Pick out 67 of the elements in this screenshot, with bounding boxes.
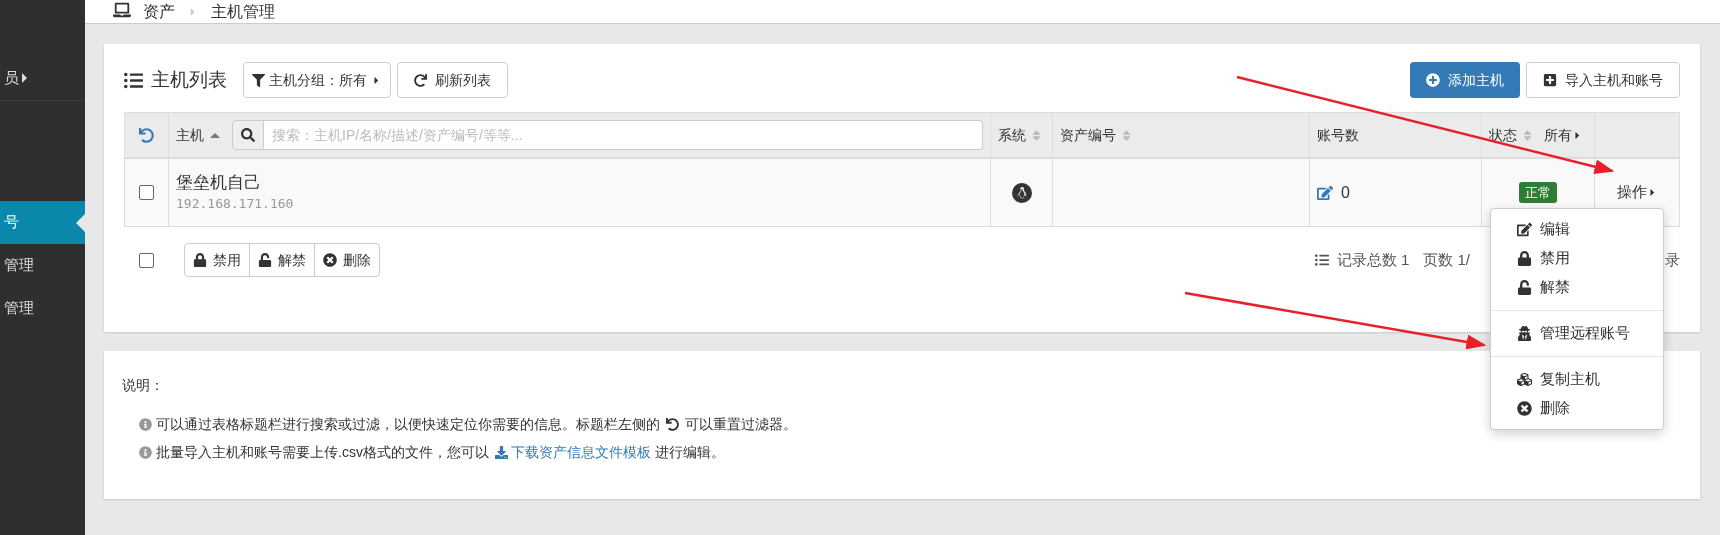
- reset-filter-icon[interactable]: [139, 127, 154, 143]
- sort-icon: [1030, 128, 1043, 142]
- download-icon: [494, 445, 508, 459]
- column-header[interactable]: 系统: [998, 124, 1026, 146]
- menu-item[interactable]: 禁用: [1491, 244, 1663, 273]
- info-icon: [139, 417, 152, 431]
- column-header[interactable]: 资产编号: [1060, 124, 1116, 146]
- user-secret-icon: [1517, 326, 1532, 341]
- pagination-text: 录: [1665, 249, 1680, 270]
- panel-title: 主机列表: [151, 67, 227, 92]
- refresh-icon: [414, 73, 427, 87]
- host-name: 堡垒机自己: [176, 171, 262, 194]
- refresh-button[interactable]: 刷新列表: [397, 62, 508, 98]
- note-text: 批量导入主机和账号需要上传.csv格式的文件，您可以: [156, 442, 489, 462]
- download-template-link[interactable]: 下载资产信息文件模板: [494, 441, 651, 463]
- column-header[interactable]: 主机: [176, 124, 204, 146]
- remove-icon: [1517, 401, 1532, 416]
- menu-item[interactable]: 编辑: [1491, 215, 1663, 244]
- status-badge: 正常: [1519, 181, 1557, 204]
- select-all-checkbox[interactable]: [138, 252, 154, 268]
- actions-dropdown[interactable]: 操作: [1616, 181, 1658, 204]
- remove-icon: [323, 253, 337, 267]
- sidebar-item[interactable]: 管理: [0, 244, 85, 287]
- unlock-icon: [258, 253, 272, 267]
- bulk-action-button[interactable]: 解禁: [249, 244, 314, 276]
- edit-icon[interactable]: [1317, 184, 1333, 201]
- sort-ascending-icon: [210, 132, 220, 138]
- notes-title: 说明：: [122, 376, 164, 395]
- menu-item[interactable]: 解禁: [1491, 273, 1663, 302]
- host-ip: 192.168.171.160: [176, 194, 295, 213]
- filter-icon: [252, 73, 265, 87]
- note-text: 可以通过表格标题栏进行搜索或过滤，以便快速定位你需要的信息。标题栏左侧的: [156, 414, 660, 434]
- bulk-action-button[interactable]: 删除: [314, 244, 379, 276]
- account-count: 0: [1341, 182, 1350, 203]
- sort-icon: [1521, 128, 1534, 142]
- linux-icon: [1011, 182, 1032, 203]
- menu-item[interactable]: 复制主机: [1491, 365, 1663, 394]
- row-checkbox[interactable]: [139, 185, 154, 200]
- record-count: 记录总数 1: [1336, 249, 1410, 270]
- unlock-icon: [1517, 280, 1532, 295]
- lock-icon: [1517, 251, 1532, 266]
- breadcrumb-current: 主机管理: [211, 2, 275, 22]
- sidebar-item[interactable]: 号: [0, 201, 85, 244]
- menu-item[interactable]: 删除: [1491, 394, 1663, 423]
- import-button[interactable]: 导入主机和账号: [1526, 62, 1680, 98]
- sidebar-item[interactable]: 管理: [0, 287, 85, 330]
- page-count: 页数 1/: [1423, 249, 1470, 270]
- sort-icon: [1120, 128, 1133, 142]
- search-field[interactable]: 搜索：主机IP/名称/描述/资产编号/等等...: [264, 120, 983, 150]
- info-icon: [139, 445, 152, 459]
- cubes-icon: [1517, 372, 1532, 387]
- laptop-icon: [113, 1, 131, 19]
- column-header[interactable]: 账号数: [1317, 124, 1359, 146]
- bulk-action-button[interactable]: 禁用: [185, 244, 249, 276]
- list-icon: [1314, 253, 1329, 267]
- status-filter[interactable]: 所有: [1544, 124, 1583, 146]
- list-icon: [124, 70, 143, 90]
- lock-icon: [193, 253, 207, 267]
- search-icon: [232, 120, 264, 150]
- edit-icon: [1517, 222, 1532, 237]
- group-filter-button[interactable]: 主机分组：所有: [243, 62, 391, 98]
- breadcrumb-link[interactable]: 资产: [143, 2, 175, 22]
- menu-item[interactable]: 管理远程账号: [1491, 319, 1663, 348]
- reset-icon: [666, 417, 679, 431]
- note-text: 进行编辑。: [654, 442, 725, 462]
- note-text: 可以重置过滤器。: [685, 414, 797, 434]
- add-host-button[interactable]: 添加主机: [1410, 62, 1520, 98]
